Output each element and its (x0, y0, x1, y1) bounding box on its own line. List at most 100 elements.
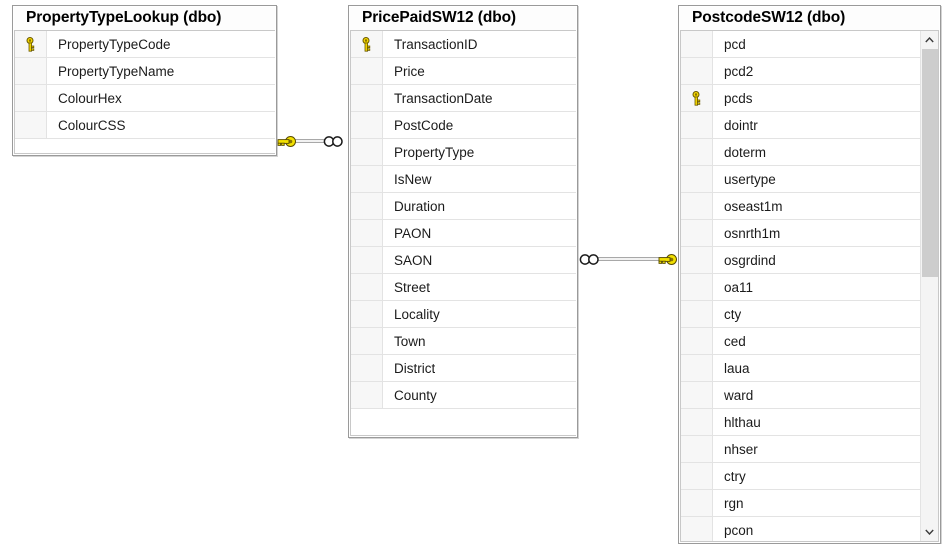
field-name: TransactionDate (394, 90, 493, 106)
field-row[interactable]: County (351, 382, 576, 409)
field-name: pcd (724, 36, 746, 52)
field-name: osnrth1m (724, 225, 781, 241)
table-box-price-paid-sw12[interactable]: PricePaidSW12 (dbo) TransactionID Price Tra… (348, 5, 578, 438)
key-cell-empty (681, 220, 713, 246)
scroll-up-button[interactable] (921, 31, 938, 49)
field-name: oa11 (724, 279, 754, 295)
key-cell-empty (351, 247, 383, 273)
field-name: PAON (394, 225, 432, 241)
key-cell-empty (681, 490, 713, 516)
field-row[interactable]: doterm (681, 139, 920, 166)
field-row[interactable]: TransactionDate (351, 85, 576, 112)
vertical-scrollbar-postcode-sw12[interactable] (920, 31, 938, 541)
field-name: cty (724, 306, 742, 322)
field-row[interactable]: Town (351, 328, 576, 355)
field-name: TransactionID (394, 36, 478, 52)
field-row[interactable]: TransactionID (351, 31, 576, 58)
field-row[interactable]: dointr (681, 112, 920, 139)
field-row[interactable]: rgn (681, 490, 920, 517)
field-row[interactable]: PropertyTypeCode (15, 31, 275, 58)
key-cell-empty (351, 220, 383, 246)
field-row[interactable]: Street (351, 274, 576, 301)
field-name: District (394, 360, 436, 376)
table-title-property-type-lookup[interactable]: PropertyTypeLookup (dbo) (14, 7, 275, 30)
table-title-price-paid-sw12[interactable]: PricePaidSW12 (dbo) (350, 7, 576, 30)
field-name: oseast1m (724, 198, 783, 214)
field-name: PropertyType (394, 144, 475, 160)
key-cell-empty (681, 193, 713, 219)
field-row[interactable]: PropertyTypeName (15, 58, 275, 85)
field-row[interactable]: PAON (351, 220, 576, 247)
relationship-connector-rel-propertytype-pricepaid[interactable] (277, 135, 348, 148)
field-row[interactable]: ward (681, 382, 920, 409)
field-row[interactable]: oa11 (681, 274, 920, 301)
key-cell-empty (681, 247, 713, 273)
table-box-postcode-sw12[interactable]: PostcodeSW12 (dbo) pcd pcd2 pcds dointr doter… (678, 5, 941, 544)
field-list-property-type-lookup: PropertyTypeCode PropertyTypeName ColourHe… (14, 30, 275, 154)
field-name: County (394, 387, 437, 403)
field-row[interactable]: Duration (351, 193, 576, 220)
relationship-many-endpoint (578, 253, 604, 266)
field-row[interactable]: ctry (681, 463, 920, 490)
chevron-down-icon[interactable] (925, 529, 934, 535)
field-name: nhser (724, 441, 758, 457)
field-row[interactable]: oseast1m (681, 193, 920, 220)
key-cell-empty (681, 274, 713, 300)
key-cell-primary (15, 31, 47, 57)
field-row[interactable]: SAON (351, 247, 576, 274)
field-row[interactable]: hlthau (681, 409, 920, 436)
field-row[interactable]: PropertyType (351, 139, 576, 166)
key-cell-empty (681, 463, 713, 489)
key-cell-empty (351, 382, 383, 408)
field-name: pcon (724, 522, 754, 538)
field-row[interactable]: ColourHex (15, 85, 275, 112)
chevron-up-icon[interactable] (925, 37, 934, 43)
table-inner-property-type-lookup: PropertyTypeLookup (dbo) PropertyTypeCode… (13, 6, 276, 155)
field-row[interactable]: pcon (681, 517, 920, 541)
key-cell-empty (681, 112, 713, 138)
key-cell-empty (681, 436, 713, 462)
scrollbar-thumb[interactable] (922, 49, 938, 277)
field-row[interactable]: Locality (351, 301, 576, 328)
relationship-many-endpoint (322, 135, 348, 148)
relationship-many-infinity-icon (323, 136, 343, 147)
field-row[interactable]: nhser (681, 436, 920, 463)
key-cell-empty (681, 301, 713, 327)
field-name: ctry (724, 468, 746, 484)
table-box-property-type-lookup[interactable]: PropertyTypeLookup (dbo) PropertyTypeCode… (12, 5, 277, 156)
field-row[interactable]: PostCode (351, 112, 576, 139)
field-name: Price (394, 63, 425, 79)
key-cell-empty (351, 328, 383, 354)
field-row[interactable]: osnrth1m (681, 220, 920, 247)
table-title-postcode-sw12[interactable]: PostcodeSW12 (dbo) (680, 7, 939, 30)
key-cell-empty (681, 166, 713, 192)
key-cell-empty (351, 85, 383, 111)
field-row[interactable]: pcd (681, 31, 920, 58)
primary-key-icon (26, 36, 35, 52)
primary-key-icon (692, 90, 701, 106)
field-name: ColourCSS (58, 117, 126, 133)
field-row[interactable]: ColourCSS (15, 112, 275, 139)
field-row[interactable]: pcd2 (681, 58, 920, 85)
key-cell-empty (351, 166, 383, 192)
field-row[interactable]: ced (681, 328, 920, 355)
field-name: hlthau (724, 414, 761, 430)
field-row[interactable]: IsNew (351, 166, 576, 193)
scroll-down-button[interactable] (921, 523, 938, 541)
field-row[interactable]: District (351, 355, 576, 382)
field-row[interactable]: usertype (681, 166, 920, 193)
field-row[interactable]: Price (351, 58, 576, 85)
field-row[interactable]: osgrdind (681, 247, 920, 274)
field-row[interactable]: cty (681, 301, 920, 328)
field-rows-price-paid-sw12: TransactionID Price TransactionDate PostCod… (351, 31, 576, 435)
field-name: PropertyTypeName (58, 63, 175, 79)
primary-key-icon (362, 36, 371, 52)
key-cell-empty (681, 517, 713, 541)
field-list-postcode-sw12: pcd pcd2 pcds dointr doterm usertype oseast1m o… (680, 30, 939, 542)
field-row[interactable]: pcds (681, 85, 920, 112)
key-cell-primary (681, 85, 713, 111)
field-rows-property-type-lookup: PropertyTypeCode PropertyTypeName ColourHe… (15, 31, 275, 153)
field-rows-postcode-sw12: pcd pcd2 pcds dointr doterm usertype oseast1m o… (681, 31, 920, 541)
relationship-connector-rel-pricepaid-postcode[interactable] (578, 253, 678, 266)
field-row[interactable]: laua (681, 355, 920, 382)
